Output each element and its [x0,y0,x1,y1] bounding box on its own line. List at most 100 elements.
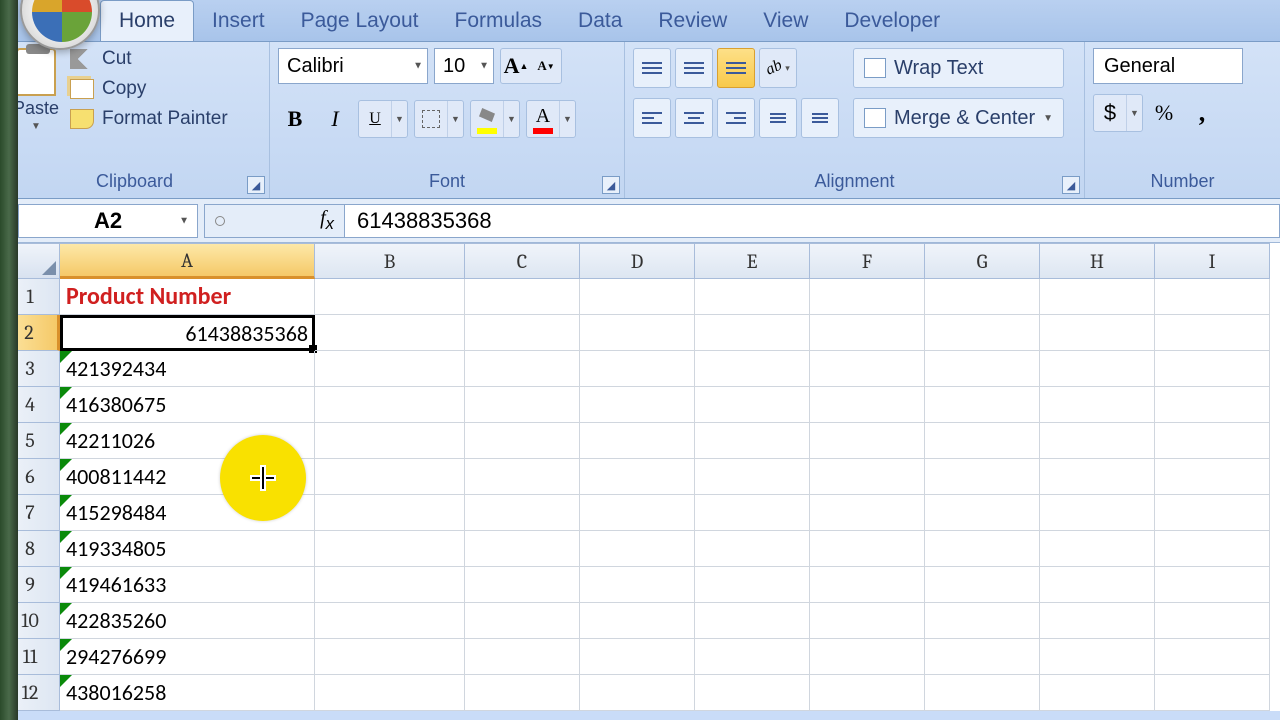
comma-button[interactable]: , [1185,94,1219,132]
cell-F8[interactable] [810,531,925,567]
cell-E9[interactable] [695,567,810,603]
cell-D4[interactable] [580,387,695,423]
cell-F10[interactable] [810,603,925,639]
cell-B8[interactable] [315,531,465,567]
cell-B11[interactable] [315,639,465,675]
cell-I6[interactable] [1155,459,1270,495]
cell-I4[interactable] [1155,387,1270,423]
cell-G12[interactable] [925,675,1040,711]
align-top-button[interactable] [633,48,671,88]
cell-I12[interactable] [1155,675,1270,711]
cell-A12[interactable]: 438016258 [60,675,315,711]
cell-H11[interactable] [1040,639,1155,675]
align-right-button[interactable] [717,98,755,138]
cell-F3[interactable] [810,351,925,387]
cell-E12[interactable] [695,675,810,711]
tab-developer[interactable]: Developer [826,1,958,41]
cell-G4[interactable] [925,387,1040,423]
cell-I8[interactable] [1155,531,1270,567]
cell-H6[interactable] [1040,459,1155,495]
formula-input[interactable]: 61438835368 [344,204,1280,238]
cell-I10[interactable] [1155,603,1270,639]
tab-data[interactable]: Data [560,1,640,41]
font-launcher[interactable]: ◢ [602,176,620,194]
column-header-C[interactable]: C [465,243,580,279]
cell-A11[interactable]: 294276699 [60,639,315,675]
cell-D11[interactable] [580,639,695,675]
cell-F6[interactable] [810,459,925,495]
cell-E6[interactable] [695,459,810,495]
cell-H9[interactable] [1040,567,1155,603]
cell-D10[interactable] [580,603,695,639]
cell-I7[interactable] [1155,495,1270,531]
column-header-D[interactable]: D [580,243,695,279]
align-bottom-button[interactable] [717,48,755,88]
cell-I11[interactable] [1155,639,1270,675]
cell-A2[interactable]: 61438835368 [60,315,315,351]
cell-C5[interactable] [465,423,580,459]
column-header-I[interactable]: I [1155,243,1270,279]
cell-C9[interactable] [465,567,580,603]
cell-G10[interactable] [925,603,1040,639]
cell-C3[interactable] [465,351,580,387]
cell-E1[interactable] [695,279,810,315]
cell-C1[interactable] [465,279,580,315]
cell-G8[interactable] [925,531,1040,567]
cell-A8[interactable]: 419334805 [60,531,315,567]
cell-D1[interactable] [580,279,695,315]
cell-E7[interactable] [695,495,810,531]
cell-I1[interactable] [1155,279,1270,315]
italic-button[interactable]: I [318,100,352,138]
format-painter-button[interactable]: Format Painter [70,108,228,130]
cell-I3[interactable] [1155,351,1270,387]
wrap-text-button[interactable]: Wrap Text [853,48,1064,88]
cell-D9[interactable] [580,567,695,603]
font-color-button[interactable]: A▼ [526,100,576,138]
cell-F9[interactable] [810,567,925,603]
cell-C6[interactable] [465,459,580,495]
cell-F7[interactable] [810,495,925,531]
cell-A4[interactable]: 416380675 [60,387,315,423]
column-header-A[interactable]: A [60,243,315,279]
cell-G11[interactable] [925,639,1040,675]
cell-E8[interactable] [695,531,810,567]
cell-B7[interactable] [315,495,465,531]
cell-C10[interactable] [465,603,580,639]
column-header-B[interactable]: B [315,243,465,279]
underline-button[interactable]: U▼ [358,100,408,138]
column-header-H[interactable]: H [1040,243,1155,279]
spreadsheet-grid[interactable]: ABCDEFGHI 1Product Number261438835368342… [0,243,1280,711]
orientation-button[interactable]: ab [759,48,797,88]
cell-D5[interactable] [580,423,695,459]
cell-H5[interactable] [1040,423,1155,459]
clipboard-launcher[interactable]: ◢ [247,176,265,194]
merge-center-button[interactable]: Merge & Center▼ [853,98,1064,138]
cell-F5[interactable] [810,423,925,459]
cell-I9[interactable] [1155,567,1270,603]
align-left-button[interactable] [633,98,671,138]
cell-H7[interactable] [1040,495,1155,531]
cell-C4[interactable] [465,387,580,423]
cell-H12[interactable] [1040,675,1155,711]
tab-formulas[interactable]: Formulas [437,1,561,41]
cell-I2[interactable] [1155,315,1270,351]
align-middle-button[interactable] [675,48,713,88]
cell-E3[interactable] [695,351,810,387]
number-format-select[interactable]: General [1093,48,1243,84]
column-header-E[interactable]: E [695,243,810,279]
cell-A3[interactable]: 421392434 [60,351,315,387]
cell-H10[interactable] [1040,603,1155,639]
cell-D6[interactable] [580,459,695,495]
cell-H8[interactable] [1040,531,1155,567]
bold-button[interactable]: B [278,100,312,138]
font-size-select[interactable]: 10▼ [434,48,494,84]
cell-F2[interactable] [810,315,925,351]
cut-button[interactable]: Cut [70,48,228,70]
cell-H1[interactable] [1040,279,1155,315]
cell-G3[interactable] [925,351,1040,387]
cell-B4[interactable] [315,387,465,423]
tab-page-layout[interactable]: Page Layout [283,1,437,41]
cell-D8[interactable] [580,531,695,567]
font-name-select[interactable]: Calibri▼ [278,48,428,84]
cell-A9[interactable]: 419461633 [60,567,315,603]
